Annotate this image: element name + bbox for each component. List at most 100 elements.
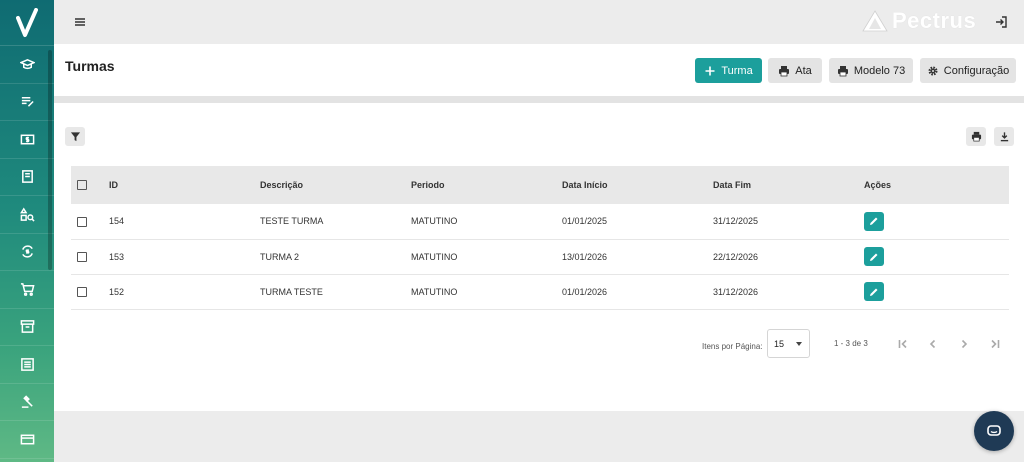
print-icon (779, 65, 790, 76)
first-page-icon (898, 339, 907, 349)
chevron-right-icon (961, 339, 968, 349)
hamburger-menu-icon (75, 18, 85, 26)
page-header: Turmas Turma Ata Modelo 73 Configuração (54, 44, 1024, 96)
ata-button[interactable]: Ata (768, 58, 822, 83)
sidebar-item-exchange[interactable] (0, 234, 54, 271)
row-checkbox[interactable] (77, 216, 87, 227)
section-divider (54, 96, 1024, 103)
modelo73-label: Modelo 73 (853, 64, 906, 77)
chat-button[interactable] (974, 411, 1014, 451)
cell-periodo: MATUTINO (411, 251, 458, 262)
last-page-icon (991, 339, 1000, 349)
logout-button[interactable] (993, 14, 1009, 30)
cell-data-inicio: 01/01/2026 (562, 286, 608, 297)
sidebar-item-book[interactable] (0, 159, 54, 196)
edit-button[interactable] (864, 282, 884, 301)
download-icon (1000, 132, 1008, 142)
payment-card-icon (20, 434, 34, 445)
logout-icon (996, 16, 1007, 28)
configuracao-label: Configuração (943, 64, 1010, 77)
cell-data-fim: 31/12/2026 (713, 286, 759, 297)
money-icon (20, 134, 34, 145)
print-icon (971, 131, 981, 142)
print-icon (837, 65, 848, 76)
table-header-row: ID Descrição Periodo Data Início Data Fi… (71, 166, 1009, 204)
ata-label: Ata (795, 64, 812, 77)
cell-descricao: TESTE TURMA (260, 216, 324, 227)
pencil-icon (870, 253, 878, 261)
previous-page-button[interactable] (924, 335, 942, 353)
select-all-checkbox[interactable] (77, 180, 87, 191)
plus-icon (705, 66, 715, 75)
cell-id: 154 (109, 216, 125, 227)
row-checkbox[interactable] (77, 286, 87, 297)
chat-icon (987, 425, 1001, 436)
sidebar-item-education[interactable] (0, 46, 54, 84)
sidebar-item-search-shapes[interactable] (0, 196, 54, 234)
document-list-icon (20, 357, 34, 371)
column-header-data-fim[interactable]: Data Fim (713, 166, 864, 204)
sidebar-item-finance[interactable] (0, 121, 54, 159)
footer-area (54, 411, 1024, 462)
page-size-select[interactable]: 15 (767, 329, 810, 358)
sidebar-item-payments[interactable] (0, 421, 54, 459)
next-page-button[interactable] (955, 335, 973, 353)
menu-toggle-button[interactable] (72, 14, 88, 30)
sidebar-item-legal[interactable] (0, 384, 54, 421)
cell-periodo: MATUTINO (411, 286, 458, 297)
cell-data-inicio: 01/01/2025 (562, 216, 608, 227)
cell-periodo: MATUTINO (411, 216, 458, 227)
page-size-value: 15 (774, 338, 785, 349)
sidebar (0, 0, 54, 462)
brand-logo: Pectrus (862, 8, 976, 34)
shapes-search-icon (19, 207, 35, 222)
items-per-page-label: Itens por Página: (702, 342, 763, 351)
download-button[interactable] (994, 127, 1014, 146)
pencil-icon (870, 288, 878, 296)
cell-descricao: TURMA 2 (260, 251, 300, 262)
cell-id: 152 (109, 286, 125, 297)
column-header-descricao[interactable]: Descrição (260, 166, 411, 204)
table-row[interactable]: 154 TESTE TURMA MATUTINO 01/01/2025 31/1… (71, 204, 1009, 239)
table-row[interactable]: 152 TURMA TESTE MATUTINO 01/01/2026 31/1… (71, 274, 1009, 309)
shopping-cart-icon (20, 282, 35, 296)
first-page-button[interactable] (894, 335, 912, 353)
edit-button[interactable] (864, 247, 884, 266)
column-header-acoes: Ações (864, 180, 892, 190)
filter-icon (70, 132, 80, 142)
cell-data-fim: 22/12/2026 (713, 251, 759, 262)
print-button[interactable] (966, 127, 986, 146)
table-row[interactable]: 153 TURMA 2 MATUTINO 13/01/2026 22/12/20… (71, 239, 1009, 274)
sidebar-item-archive[interactable] (0, 309, 54, 346)
row-checkbox[interactable] (77, 251, 87, 262)
graduation-cap-icon (19, 58, 35, 69)
column-header-id[interactable]: ID (109, 166, 260, 204)
filter-button[interactable] (65, 127, 85, 146)
column-header-periodo[interactable]: Periodo (411, 166, 562, 204)
edit-button[interactable] (864, 211, 884, 231)
page-title: Turmas (65, 58, 115, 74)
list-edit-icon (21, 97, 34, 107)
gavel-icon (21, 395, 33, 409)
app-logo[interactable] (0, 0, 54, 46)
v-logo-icon (16, 7, 38, 37)
column-header-data-inicio[interactable]: Data Início (562, 166, 713, 204)
archive-icon (20, 320, 34, 334)
configuracao-button[interactable]: Configuração (920, 58, 1016, 83)
brand-name: Pectrus (892, 8, 977, 33)
cell-data-fim: 31/12/2025 (713, 216, 759, 227)
gear-icon (928, 65, 938, 76)
pectrus-logo-icon (862, 10, 888, 32)
sidebar-item-cart[interactable] (0, 271, 54, 309)
currency-exchange-icon (21, 245, 33, 258)
last-page-button[interactable] (986, 335, 1004, 353)
modelo73-button[interactable]: Modelo 73 (829, 58, 913, 83)
cell-data-inicio: 13/01/2026 (562, 251, 608, 262)
sidebar-item-documents[interactable] (0, 346, 54, 384)
cell-descricao: TURMA TESTE (260, 286, 323, 297)
add-turma-button[interactable]: Turma (695, 58, 762, 83)
sidebar-scrollbar[interactable] (48, 50, 52, 270)
sidebar-item-list-edit[interactable] (0, 84, 54, 121)
add-turma-label: Turma (721, 64, 753, 77)
main-content: ID Descrição Periodo Data Início Data Fi… (54, 103, 1024, 411)
